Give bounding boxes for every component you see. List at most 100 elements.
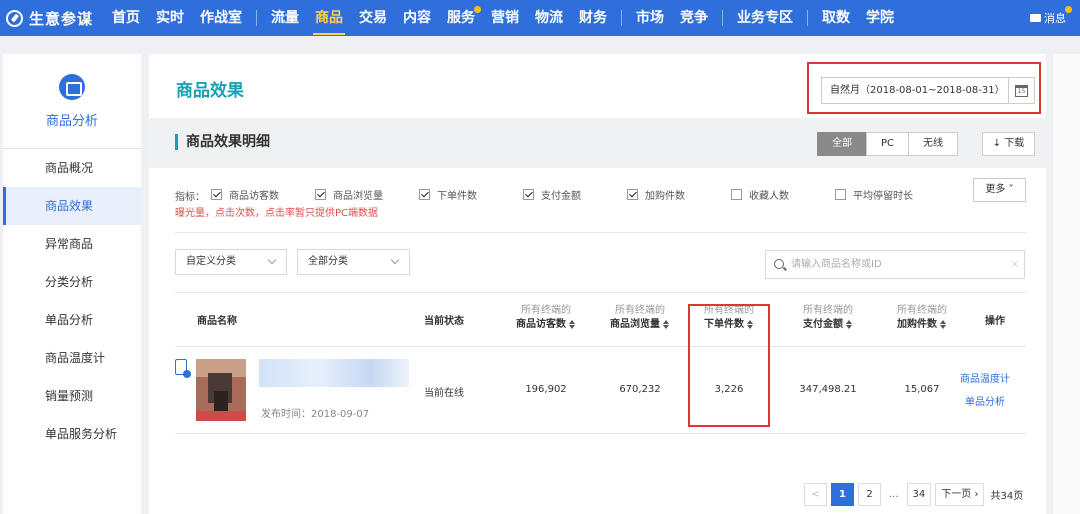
all-category-select[interactable]: 全部分类 <box>297 249 410 275</box>
nav-item-market[interactable]: 市场 <box>628 0 672 36</box>
indicator-dwell-time[interactable]: 平均停留时长 <box>835 187 913 202</box>
checkbox-checked-icon[interactable] <box>211 189 222 200</box>
sidebar-title: 商品分析 <box>45 113 98 129</box>
col-pageviews-label: 商品浏览量 <box>610 319 660 330</box>
sort-icon[interactable] <box>663 319 670 329</box>
col-visitors[interactable]: 所有终端的 商品访客数 <box>501 304 591 332</box>
nav-item-traffic[interactable]: 流量 <box>263 0 307 36</box>
next-page-label: 下一页 <box>941 489 972 500</box>
cell-payment: 347,498.21 <box>799 384 857 395</box>
sidebar-item-service[interactable]: 单品服务分析 <box>3 415 141 453</box>
nav-item-business-zone[interactable]: 业务专区 <box>729 0 801 36</box>
nav-item-home[interactable]: 首页 <box>104 0 148 36</box>
col-visitors-top: 所有终端的 <box>521 305 571 316</box>
nav-item-product[interactable]: 商品 <box>307 0 351 36</box>
nav-item-logistics[interactable]: 物流 <box>527 0 571 36</box>
cell-cart: 15,067 <box>904 384 940 395</box>
checkbox-icon[interactable] <box>731 189 742 200</box>
indicator-cart[interactable]: 加购件数 <box>627 187 685 202</box>
sidebar: 商品分析 商品概况 商品效果 异常商品 分类分析 单品分析 商品温度计 销量预测… <box>3 54 141 514</box>
date-range-picker[interactable]: 自然月（2018-08-01~2018-08-31） 15 <box>821 77 1035 104</box>
col-cart-label: 加购件数 <box>897 319 937 330</box>
cell-pageviews: 670,232 <box>619 384 661 395</box>
col-product-name: 商品名称 <box>197 316 237 327</box>
search-placeholder: 请输入商品名称或ID <box>791 259 882 270</box>
checkbox-checked-icon[interactable] <box>419 189 430 200</box>
pagination-ellipsis: ... <box>889 489 899 500</box>
sidebar-item-abnormal[interactable]: 异常商品 <box>3 225 141 263</box>
indicator-payment[interactable]: 支付金额 <box>523 187 581 202</box>
sidebar-item-forecast[interactable]: 销量预测 <box>3 377 141 415</box>
col-cart[interactable]: 所有终端的 加购件数 <box>877 304 967 332</box>
col-pageviews-top: 所有终端的 <box>615 305 665 316</box>
sidebar-item-single[interactable]: 单品分析 <box>3 301 141 339</box>
col-pageviews[interactable]: 所有终端的商品浏览量 <box>595 304 685 332</box>
envelope-icon <box>1030 14 1041 22</box>
divider <box>175 292 1026 293</box>
all-category-value: 全部分类 <box>308 256 348 267</box>
download-button[interactable]: ↓ 下载 <box>982 132 1035 156</box>
right-edge-panel <box>1052 54 1080 514</box>
nav-item-academy[interactable]: 学院 <box>858 0 902 36</box>
link-single-analysis[interactable]: 单品分析 <box>965 393 1005 408</box>
orders-highlight-box <box>688 304 770 427</box>
sort-icon[interactable] <box>846 319 853 329</box>
nav-item-data[interactable]: 取数 <box>814 0 858 36</box>
page-34-button[interactable]: 34 <box>906 483 932 506</box>
more-button[interactable]: 更多 ˅ <box>973 178 1026 202</box>
checkbox-checked-icon[interactable] <box>627 189 638 200</box>
checkbox-icon[interactable] <box>835 189 846 200</box>
checkbox-checked-icon[interactable] <box>523 189 534 200</box>
app-logo[interactable]: 生意参谋 <box>0 8 104 29</box>
link-thermometer[interactable]: 商品温度计 <box>960 370 1010 385</box>
next-page-button[interactable]: 下一页 › <box>935 483 985 506</box>
product-search-input[interactable]: 请输入商品名称或ID × <box>765 250 1025 279</box>
indicator-favorites[interactable]: 收藏人数 <box>731 187 789 202</box>
clear-icon[interactable]: × <box>1011 251 1019 278</box>
custom-category-select[interactable]: 自定义分类 <box>175 249 287 275</box>
compass-icon <box>6 9 23 27</box>
chevron-down-icon <box>390 255 400 265</box>
sort-icon[interactable] <box>569 319 576 329</box>
page-title: 商品效果 <box>176 81 244 101</box>
segment-all[interactable]: 全部 <box>817 132 867 156</box>
product-thumbnail[interactable] <box>196 359 246 421</box>
page-2-button[interactable]: 2 <box>858 483 881 506</box>
nav-item-service[interactable]: 服务 <box>439 0 483 36</box>
nav-item-warroom[interactable]: 作战室 <box>192 0 250 36</box>
nav-item-finance[interactable]: 财务 <box>571 0 615 36</box>
indicator-favorites-label: 收藏人数 <box>749 191 789 202</box>
calendar-icon[interactable]: 15 <box>1008 78 1034 103</box>
checkbox-checked-icon[interactable] <box>315 189 326 200</box>
indicator-cart-label: 加购件数 <box>645 191 685 202</box>
nav-divider <box>807 10 808 26</box>
chevron-down-icon <box>267 255 277 265</box>
sort-icon[interactable] <box>940 319 947 329</box>
nav-item-content[interactable]: 内容 <box>395 0 439 36</box>
date-range-value: 自然月（2018-08-01~2018-08-31） <box>830 85 1005 96</box>
main-panel: 商品效果 自然月（2018-08-01~2018-08-31） 15 商品效果明… <box>149 54 1046 514</box>
sidebar-item-thermometer[interactable]: 商品温度计 <box>3 339 141 377</box>
nav-item-marketing[interactable]: 营销 <box>483 0 527 36</box>
col-payment[interactable]: 所有终端的 支付金额 <box>783 304 873 332</box>
indicator-payment-label: 支付金额 <box>541 191 581 202</box>
product-title-blurred[interactable] <box>259 359 409 387</box>
segment-wireless[interactable]: 无线 <box>908 132 959 156</box>
indicator-pageviews[interactable]: 商品浏览量 <box>315 187 383 202</box>
product-analysis-icon <box>59 73 85 100</box>
indicator-orders[interactable]: 下单件数 <box>419 187 477 202</box>
sidebar-item-category[interactable]: 分类分析 <box>3 263 141 301</box>
page-1-button[interactable]: 1 <box>831 483 854 506</box>
sidebar-header: 商品分析 <box>3 54 141 149</box>
segment-pc[interactable]: PC <box>866 132 910 156</box>
nav-item-realtime[interactable]: 实时 <box>148 0 192 36</box>
nav-item-trade[interactable]: 交易 <box>351 0 395 36</box>
indicator-row: 指标： 商品访客数 商品浏览量 下单件数 支付金额 加购件数 收藏人数 平均停留… <box>175 186 1035 204</box>
col-operations: 操作 <box>985 316 1005 327</box>
sidebar-item-overview[interactable]: 商品概况 <box>3 149 141 187</box>
sidebar-item-effect[interactable]: 商品效果 <box>3 187 141 225</box>
nav-item-competition[interactable]: 竞争 <box>672 0 716 36</box>
indicator-visitors[interactable]: 商品访客数 <box>211 187 279 202</box>
prev-page-button[interactable]: < <box>804 483 827 506</box>
message-button[interactable]: 消息 <box>1030 0 1072 36</box>
